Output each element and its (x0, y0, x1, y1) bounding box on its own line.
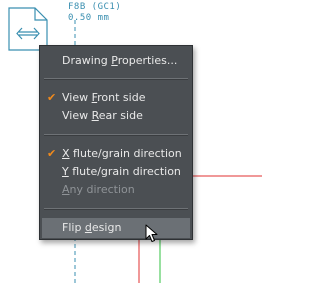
menu-separator (44, 208, 188, 210)
checkmark-icon: ✔ (47, 91, 57, 104)
menu-separator (44, 78, 188, 80)
board-info: F8B (GC1) 0.50 mm (68, 2, 121, 24)
menu-item-x-flute-grain-direction[interactable]: ✔ X flute/grain direction (42, 145, 190, 163)
menu-item-drawing-properties[interactable]: Drawing Properties... (42, 52, 190, 70)
menu-item-any-direction: Any direction (62, 183, 135, 196)
drawing-canvas[interactable]: F8B (GC1) 0.50 mm Drawing Properties... … (0, 0, 262, 283)
board-name: F8B (GC1) (68, 2, 122, 12)
menu-item-view-front-side[interactable]: ✔ View Front side (42, 89, 190, 107)
mouse-pointer-icon (145, 224, 158, 242)
menu-separator (44, 134, 188, 136)
menu-item-y-flute-grain-direction[interactable]: Y flute/grain direction (42, 163, 190, 181)
board-thickness: 0.50 mm (68, 13, 110, 23)
context-menu: Drawing Properties... ✔ View Front side … (39, 45, 193, 240)
menu-item-flip-design[interactable]: Flip design (42, 218, 190, 238)
menu-item-view-rear-side[interactable]: View Rear side (42, 107, 190, 125)
checkmark-icon: ✔ (47, 147, 57, 160)
